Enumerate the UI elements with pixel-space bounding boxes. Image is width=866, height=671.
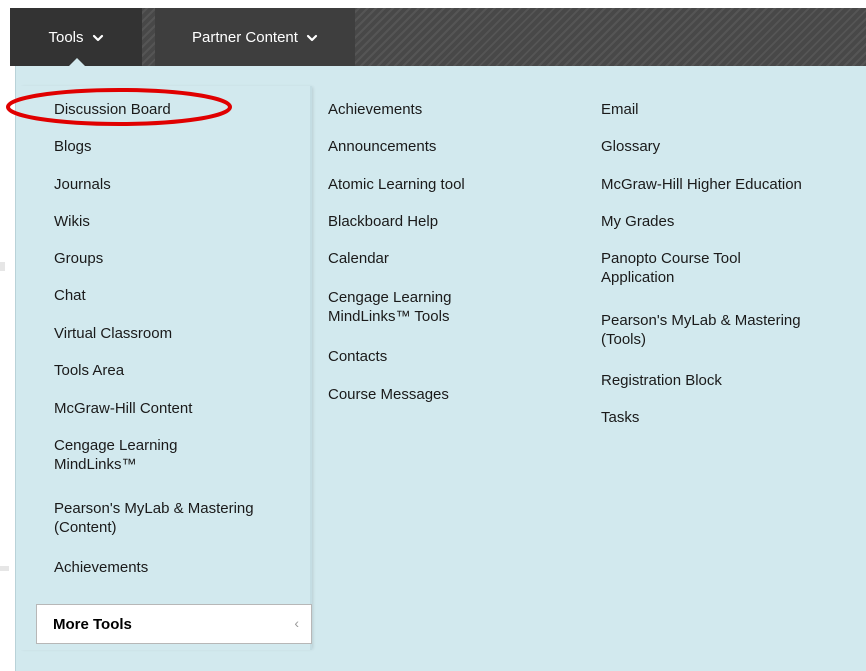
menu-item-contacts[interactable]: Contacts (328, 347, 387, 366)
background-stub (0, 566, 9, 571)
menu-item-calendar[interactable]: Calendar (328, 249, 389, 268)
menu-item-line: Pearson's MyLab & Mastering (54, 500, 254, 517)
menu-item-pearson-tools[interactable]: Pearson's MyLab & Mastering (Tools) (601, 311, 801, 349)
chevron-down-icon (92, 31, 104, 43)
chevron-left-icon: ‹ (294, 615, 299, 631)
menu-item-line: (Tools) (601, 331, 647, 348)
menu-item-blackboard-help[interactable]: Blackboard Help (328, 212, 438, 231)
menu-item-mcgraw-hill-higher-ed[interactable]: McGraw-Hill Higher Education (601, 175, 802, 194)
menu-item-cengage-mindlinks-tools[interactable]: Cengage Learning MindLinks™ Tools (328, 288, 451, 326)
menu-item-pearson-content[interactable]: Pearson's MyLab & Mastering (Content) (54, 499, 254, 537)
menu-item-my-grades[interactable]: My Grades (601, 212, 674, 231)
menu-item-glossary[interactable]: Glossary (601, 137, 660, 156)
more-tools-button[interactable]: More Tools ‹ (36, 604, 312, 644)
menu-item-line: MindLinks™ (54, 456, 137, 473)
menu-item-email[interactable]: Email (601, 100, 639, 119)
menu-item-achievements[interactable]: Achievements (54, 558, 148, 577)
background-stub (0, 262, 5, 271)
top-navigation-bar: Tools Partner Content (10, 8, 866, 67)
menu-item-virtual-classroom[interactable]: Virtual Classroom (54, 324, 172, 343)
menu-item-line: Pearson's MyLab & Mastering (601, 312, 801, 329)
menu-item-announcements[interactable]: Announcements (328, 137, 436, 156)
tab-partner-content[interactable]: Partner Content (155, 8, 355, 66)
menu-item-cengage-mindlinks[interactable]: Cengage Learning MindLinks™ (54, 436, 177, 474)
menu-item-journals[interactable]: Journals (54, 175, 111, 194)
menu-item-line: Cengage Learning (54, 437, 178, 454)
menu-item-panopto[interactable]: Panopto Course Tool Application (601, 249, 741, 287)
menu-item-line: Panopto Course Tool (601, 250, 741, 267)
menu-item-line: Cengage Learning (328, 289, 452, 306)
column-divider (310, 86, 312, 650)
menu-item-tools-area[interactable]: Tools Area (54, 361, 124, 380)
chevron-down-icon (306, 31, 318, 43)
menu-item-chat[interactable]: Chat (54, 286, 86, 305)
menu-item-achievements[interactable]: Achievements (328, 100, 422, 119)
menu-item-mcgraw-hill-content[interactable]: McGraw-Hill Content (54, 399, 192, 418)
tab-partner-content-label: Partner Content (192, 28, 298, 46)
menu-item-registration-block[interactable]: Registration Block (601, 371, 722, 390)
menu-item-wikis[interactable]: Wikis (54, 212, 90, 231)
tab-tools-label: Tools (48, 28, 84, 46)
menu-item-line: MindLinks™ Tools (328, 308, 450, 325)
menu-item-line: (Content) (54, 519, 117, 536)
more-tools-label: More Tools (53, 615, 132, 633)
menu-item-line: Application (601, 269, 675, 286)
menu-item-atomic-learning[interactable]: Atomic Learning tool (328, 175, 465, 194)
menu-item-blogs[interactable]: Blogs (54, 137, 92, 156)
menu-item-groups[interactable]: Groups (54, 249, 103, 268)
menu-item-tasks[interactable]: Tasks (601, 408, 639, 427)
menu-item-discussion-board[interactable]: Discussion Board (54, 100, 171, 119)
panel-border (15, 66, 16, 671)
menu-item-course-messages[interactable]: Course Messages (328, 385, 449, 404)
